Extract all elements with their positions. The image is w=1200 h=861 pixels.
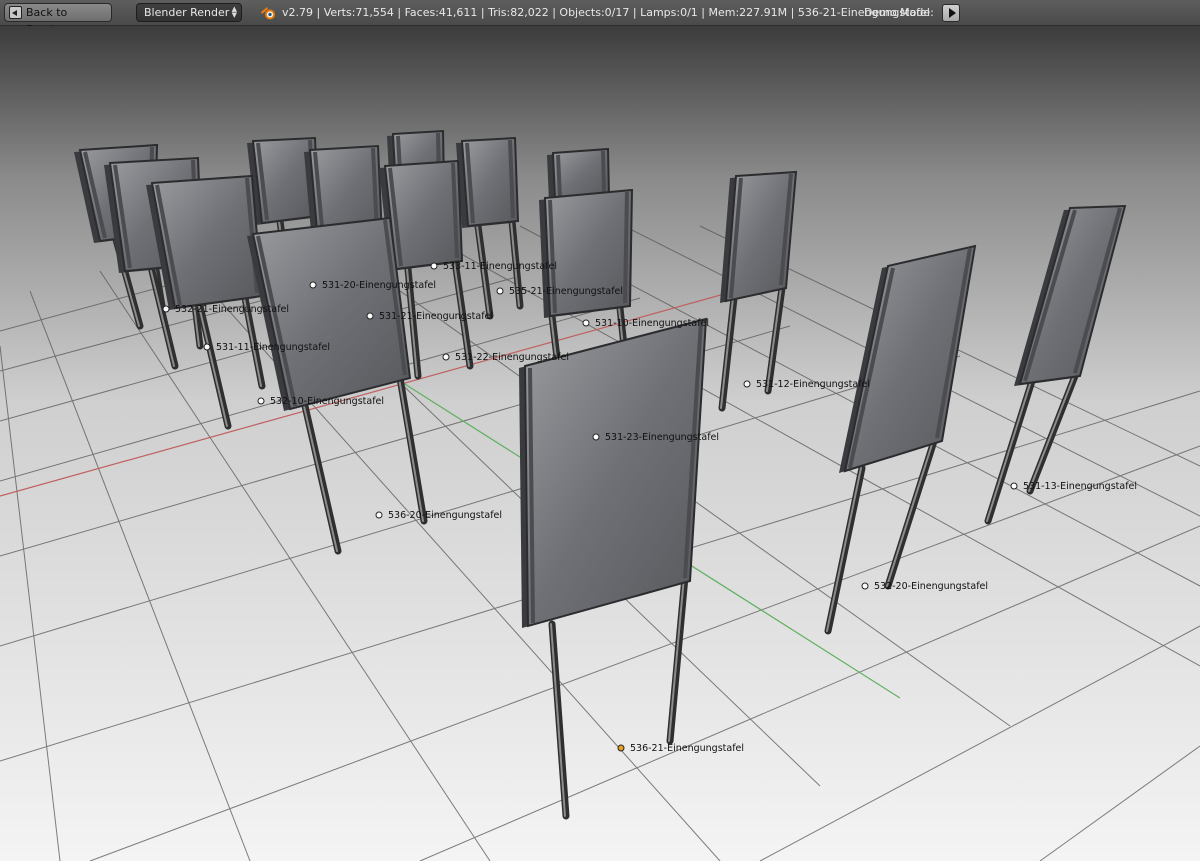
object-origin-dot (617, 744, 625, 752)
3d-viewport[interactable]: 536-21-Einengungstafel 536-20-Einengungst… (0, 26, 1200, 861)
sign-frame (623, 191, 629, 304)
object-label-text: 532-20-Einengungstafel (874, 581, 988, 592)
object-origin-dot (582, 319, 590, 327)
render-engine-value: Blender Render (144, 6, 230, 19)
object-label[interactable]: 535-21-Einengungstafel (496, 286, 623, 297)
object-label-text: 531-11-Einengungstafel (216, 342, 330, 353)
object-origin-dot (442, 353, 450, 361)
object-origin-dot (257, 397, 265, 405)
play-button[interactable] (942, 4, 960, 22)
object-origin-dot (592, 433, 600, 441)
object-label[interactable]: 536-21-Einengungstafel (617, 743, 744, 754)
object-label[interactable]: 531-10-Einengungstafel (582, 318, 709, 329)
object-label-text: 532-10-Einengungstafel (270, 396, 384, 407)
object-origin-dot (1010, 482, 1018, 490)
object-label-text: 535-21-Einengungstafel (509, 286, 623, 297)
render-engine-select[interactable]: Blender Render ▲ ▼ (136, 3, 242, 22)
object-label-text: 536-20-Einengungstafel (388, 510, 502, 521)
blender-logo-icon (261, 7, 275, 20)
object-label-text: 531-13-Einengungstafel (1023, 481, 1137, 492)
object-origin-dot (375, 511, 383, 519)
object-origin-dot (430, 262, 438, 270)
object-origin-dot (743, 380, 751, 388)
object-label-text: 532-21-Einengungstafel (175, 304, 289, 315)
sign-panel (543, 188, 634, 318)
sign-frame (556, 154, 562, 198)
back-icon (9, 6, 22, 19)
object-label[interactable]: 532-21-Einengungstafel (162, 304, 289, 315)
back-to-previous-button[interactable]: Back to Previous (4, 3, 112, 36)
scene-canvas[interactable]: 536-21-Einengungstafel 536-20-Einengungst… (0, 26, 1200, 861)
object-label[interactable]: 531-21-Einengungstafel (366, 311, 493, 322)
object-label[interactable]: 532-10-Einengungstafel (257, 396, 384, 407)
object-origin-dot (496, 287, 504, 295)
sign-panel (523, 317, 708, 628)
object-origin-dot (861, 582, 869, 590)
object-origin-dot (203, 343, 211, 351)
sign-frame (601, 150, 606, 194)
object-label-text: 531-10-Einengungstafel (595, 318, 709, 329)
object-label[interactable]: 532-20-Einengungstafel (861, 581, 988, 592)
object-label[interactable]: 536-20-Einengungstafel (375, 510, 502, 521)
object-label-text: 531-21-Einengungstafel (379, 311, 493, 322)
object-label-text: 531-22-Einengungstafel (455, 352, 569, 363)
object-label[interactable]: 531-11-Einengungstafel (203, 342, 330, 353)
object-label[interactable]: 531-20-Einengungstafel (309, 280, 436, 291)
demo-mode-label: Demo Mode: (864, 6, 934, 19)
object-label-text: 531-12-Einengungstafel (756, 379, 870, 390)
object-label-text: 533-11-Einengungstafel (443, 261, 557, 272)
object-label[interactable]: 531-23-Einengungstafel (592, 432, 719, 443)
object-origin-dot (366, 312, 374, 320)
object-label[interactable]: 531-12-Einengungstafel (743, 379, 870, 390)
object-label[interactable]: 531-22-Einengungstafel (442, 352, 569, 363)
object-origin-dot (162, 305, 170, 313)
object-label[interactable]: 533-11-Einengungstafel (430, 261, 557, 272)
object-label-text: 536-21-Einengungstafel (630, 743, 744, 754)
select-arrows-icon: ▲ ▼ (231, 5, 237, 19)
object-label-text: 531-23-Einengungstafel (605, 432, 719, 443)
object-origin-dot (309, 281, 317, 289)
header-bar: Back to Previous Blender Render ▲▼ v2.79… (0, 0, 1200, 36)
scene-stats-text: v2.79 | Verts:71,554 | Faces:41,611 | Tr… (282, 6, 930, 19)
object-label-text: 531-20-Einengungstafel (322, 280, 436, 291)
object-label[interactable]: 531-13-Einengungstafel (1010, 481, 1137, 492)
